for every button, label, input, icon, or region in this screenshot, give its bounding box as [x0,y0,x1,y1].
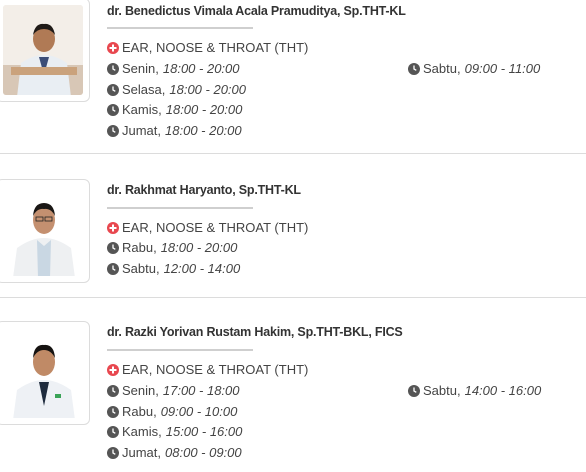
clock-icon [107,62,119,75]
clock-icon [107,405,119,418]
clock-icon [107,446,119,459]
doctor-photo-frame [0,179,90,283]
name-underline [107,207,253,209]
clock-icon [107,384,119,397]
specialty: EAR, NOOSE & THROAT (THT) [107,362,308,377]
schedule-item: Senin, 17:00 - 18:00 [107,383,240,398]
doctor-photo [3,5,83,95]
clock-icon [107,425,119,438]
schedule-day: Senin, [122,383,159,398]
card-divider [0,153,586,154]
schedule-item: Sabtu, 12:00 - 14:00 [107,261,240,276]
schedule-day: Senin, [122,61,159,76]
schedule-day: Kamis, [122,102,162,117]
schedule-day: Rabu, [122,404,157,419]
schedule-time: 09:00 - 11:00 [464,61,541,76]
schedule-day: Jumat, [122,445,162,460]
specialty-label: EAR, NOOSE & THROAT (THT) [122,362,309,377]
schedule-time: 18:00 - 20:00 [165,102,243,117]
specialty: EAR, NOOSE & THROAT (THT) [107,40,308,55]
schedule-time: 18:00 - 20:00 [162,61,240,76]
schedule-day: Kamis, [122,424,162,439]
schedule-time: 15:00 - 16:00 [165,424,243,439]
name-underline [107,349,253,351]
clock-icon [408,62,420,75]
clock-icon [107,83,119,96]
schedule-time: 14:00 - 16:00 [464,383,542,398]
schedule-item: Rabu, 09:00 - 10:00 [107,404,237,419]
schedule-time: 08:00 - 09:00 [165,445,242,460]
clock-icon [107,241,119,254]
schedule-item: Jumat, 18:00 - 20:00 [107,123,242,138]
schedule-day: Jumat, [122,123,162,138]
schedule-time: 17:00 - 18:00 [162,383,240,398]
schedule-day: Sabtu, [122,261,160,276]
medical-cross-icon [107,363,119,376]
schedule-day: Sabtu, [423,383,461,398]
schedule-time: 18:00 - 20:00 [169,82,246,97]
doctor-name[interactable]: dr. Razki Yorivan Rustam Hakim, Sp.THT-B… [107,325,403,339]
clock-icon [107,262,119,275]
doctor-photo [3,328,83,418]
doctor-name[interactable]: dr. Benedictus Vimala Acala Pramuditya, … [107,4,406,18]
doctor-photo-frame [0,321,90,425]
schedule-day: Selasa, [122,82,166,97]
schedule-item: Senin, 18:00 - 20:00 [107,61,240,76]
schedule-item: Jumat, 08:00 - 09:00 [107,445,242,460]
specialty-label: EAR, NOOSE & THROAT (THT) [122,220,309,235]
schedule-item: Sabtu, 09:00 - 11:00 [408,61,540,76]
clock-icon [408,384,420,397]
schedule-day: Rabu, [122,240,157,255]
name-underline [107,27,253,29]
schedule-day: Sabtu, [423,61,461,76]
schedule-item: Selasa, 18:00 - 20:00 [107,82,246,97]
schedule-item: Kamis, 18:00 - 20:00 [107,102,242,117]
schedule-time: 18:00 - 20:00 [160,240,238,255]
specialty: EAR, NOOSE & THROAT (THT) [107,220,308,235]
card-divider [0,297,586,298]
schedule-item: Kamis, 15:00 - 16:00 [107,424,242,439]
schedule-item: Sabtu, 14:00 - 16:00 [408,383,541,398]
doctor-name[interactable]: dr. Rakhmat Haryanto, Sp.THT-KL [107,183,301,197]
specialty-label: EAR, NOOSE & THROAT (THT) [122,40,309,55]
doctor-photo-frame [0,0,90,102]
medical-cross-icon [107,221,119,234]
schedule-time: 09:00 - 10:00 [160,404,238,419]
schedule-item: Rabu, 18:00 - 20:00 [107,240,237,255]
medical-cross-icon [107,41,119,54]
clock-icon [107,103,119,116]
schedule-time: 18:00 - 20:00 [165,123,242,138]
clock-icon [107,124,119,137]
schedule-time: 12:00 - 14:00 [163,261,241,276]
doctor-photo [3,186,83,276]
